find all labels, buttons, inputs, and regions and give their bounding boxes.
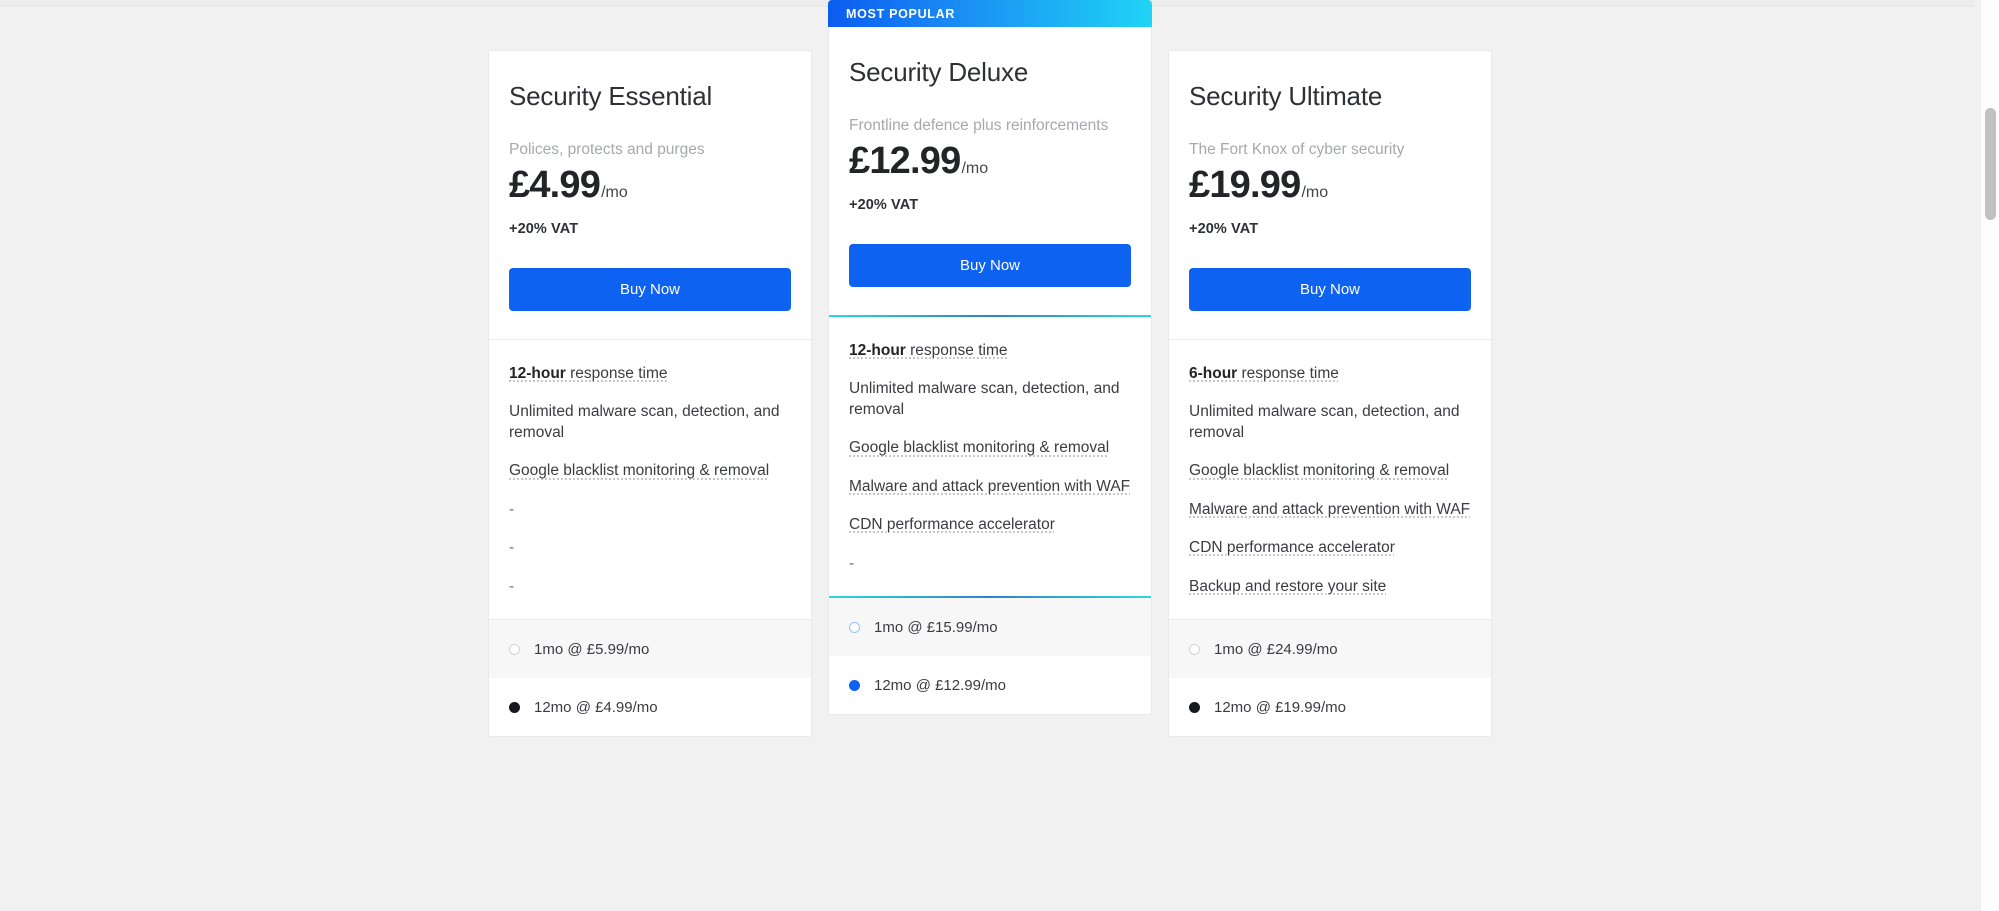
- feature-item[interactable]: 12-hour response time: [849, 341, 1131, 361]
- feature-item: Unlimited malware scan, detection, and r…: [849, 380, 1120, 418]
- pricing-card-security-ultimate: Security Ultimate The Fort Knox of cyber …: [1168, 0, 1492, 738]
- term-option-row[interactable]: 12mo @ £19.99/mo: [1169, 678, 1491, 737]
- feature-item[interactable]: CDN performance accelerator: [1189, 538, 1471, 558]
- feature-item-empty: -: [849, 554, 855, 572]
- feature-list: 6-hour response time Unlimited malware sc…: [1169, 340, 1491, 619]
- radio-selected-icon[interactable]: [509, 701, 520, 713]
- feature-item[interactable]: 6-hour response time: [1189, 364, 1471, 384]
- card-header: Security Ultimate The Fort Knox of cyber …: [1169, 51, 1491, 237]
- feature-lead: 12-hour: [849, 341, 906, 359]
- feature-item: Unlimited malware scan, detection, and r…: [1189, 403, 1460, 441]
- feature-list: 12-hour response time Unlimited malware s…: [829, 317, 1151, 596]
- page-scrollbar[interactable]: [1980, 0, 1999, 911]
- feature-item: Unlimited malware scan, detection, and r…: [509, 403, 780, 441]
- plan-tagline: Polices, protects and purges: [509, 141, 705, 159]
- plan-price: £19.99/mo: [1189, 164, 1471, 208]
- plan-title: Security Ultimate: [1189, 81, 1383, 111]
- feature-item[interactable]: Malware and attack prevention with WAF: [1189, 500, 1471, 520]
- card-body: Security Essential Polices, protects and …: [488, 50, 812, 738]
- price-period: /mo: [961, 160, 989, 178]
- vat-note: +20% VAT: [849, 196, 919, 213]
- pricing-card-security-essential: Security Essential Polices, protects and …: [488, 0, 812, 738]
- term-option-row[interactable]: 12mo @ £12.99/mo: [829, 656, 1151, 715]
- feature-item[interactable]: Google blacklist monitoring & removal: [849, 438, 1131, 458]
- feature-item-empty: -: [509, 539, 515, 557]
- feature-item-empty: -: [509, 500, 515, 518]
- feature-lead: 12-hour: [509, 364, 566, 382]
- term-option-label: 1mo @ £5.99/mo: [534, 640, 650, 658]
- pricing-page: Security Essential Polices, protects and …: [0, 0, 1999, 911]
- price-period: /mo: [1301, 184, 1329, 202]
- radio-selected-icon[interactable]: [849, 679, 860, 691]
- feature-item[interactable]: Backup and restore your site: [1189, 577, 1471, 597]
- plan-price: £4.99/mo: [509, 164, 791, 208]
- term-option-row[interactable]: 1mo @ £5.99/mo: [489, 620, 811, 679]
- term-option-row[interactable]: 1mo @ £15.99/mo: [829, 598, 1151, 657]
- vat-note: +20% VAT: [509, 220, 579, 237]
- feature-list: 12-hour response time Unlimited malware s…: [489, 340, 811, 619]
- term-option-row[interactable]: 1mo @ £24.99/mo: [1169, 620, 1491, 679]
- price-period: /mo: [601, 184, 628, 202]
- plan-title: Security Deluxe: [849, 57, 1029, 87]
- card-body: Security Ultimate The Fort Knox of cyber …: [1168, 50, 1492, 738]
- feature-item[interactable]: Google blacklist monitoring & removal: [509, 461, 791, 481]
- vat-note: +20% VAT: [1189, 220, 1259, 237]
- feature-text: response time: [905, 341, 1008, 359]
- term-option-label: 1mo @ £15.99/mo: [874, 618, 998, 636]
- buy-now-button[interactable]: Buy Now: [509, 267, 791, 311]
- radio-unselected-icon[interactable]: [849, 621, 860, 633]
- price-amount: £19.99: [1189, 164, 1301, 207]
- radio-selected-icon[interactable]: [1189, 701, 1200, 713]
- price-amount: £12.99: [849, 140, 961, 183]
- feature-item[interactable]: Malware and attack prevention with WAF: [849, 477, 1131, 497]
- buy-now-button[interactable]: Buy Now: [1189, 267, 1471, 311]
- card-header: Security Essential Polices, protects and …: [489, 51, 811, 237]
- term-option-label: 1mo @ £24.99/mo: [1214, 640, 1338, 658]
- price-amount: £4.99: [509, 164, 601, 207]
- buy-now-button[interactable]: Buy Now: [849, 243, 1131, 287]
- feature-item[interactable]: CDN performance accelerator: [849, 515, 1131, 535]
- buy-button-wrapper: Buy Now: [489, 237, 811, 339]
- radio-unselected-icon[interactable]: [1189, 643, 1200, 655]
- term-option-label: 12mo @ £19.99/mo: [1214, 698, 1346, 716]
- buy-button-wrapper: Buy Now: [1169, 237, 1491, 339]
- card-header: Security Deluxe Frontline defence plus re…: [829, 27, 1151, 213]
- feature-item[interactable]: 12-hour response time: [509, 364, 791, 384]
- plan-tagline: The Fort Knox of cyber security: [1189, 141, 1405, 159]
- card-body: Security Deluxe Frontline defence plus re…: [828, 27, 1152, 716]
- buy-button-wrapper: Buy Now: [829, 213, 1151, 315]
- pricing-card-security-deluxe: MOST POPULAR Security Deluxe Frontline def…: [828, 0, 1152, 716]
- feature-item-empty: -: [509, 577, 515, 595]
- term-option-label: 12mo @ £4.99/mo: [534, 698, 658, 716]
- feature-text: response time: [1237, 364, 1339, 382]
- feature-item[interactable]: Google blacklist monitoring & removal: [1189, 461, 1471, 481]
- feature-text: response time: [565, 364, 668, 382]
- plan-price: £12.99/mo: [849, 140, 1131, 184]
- radio-unselected-icon[interactable]: [509, 643, 520, 655]
- most-popular-badge: MOST POPULAR: [828, 0, 1152, 27]
- feature-lead: 6-hour: [1189, 364, 1238, 382]
- term-option-label: 12mo @ £12.99/mo: [874, 676, 1006, 694]
- plan-tagline: Frontline defence plus reinforcements: [849, 117, 1109, 135]
- term-option-row[interactable]: 12mo @ £4.99/mo: [489, 678, 811, 737]
- plan-title: Security Essential: [509, 81, 713, 111]
- pricing-card-rail: Security Essential Polices, protects and …: [488, 0, 1492, 738]
- scrollbar-thumb[interactable]: [1985, 108, 1996, 220]
